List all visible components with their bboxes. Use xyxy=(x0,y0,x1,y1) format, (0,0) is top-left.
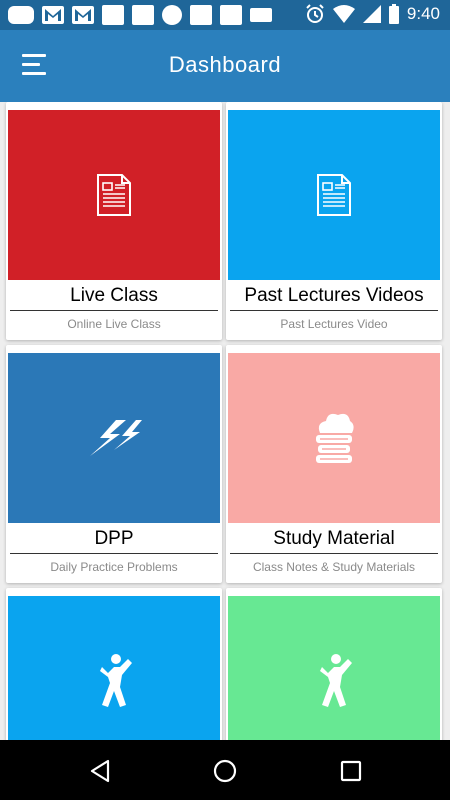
status-bar: 9:40 xyxy=(0,0,450,30)
card-title: Study Material xyxy=(273,528,395,549)
card-subtitle: Daily Practice Problems xyxy=(50,560,178,574)
alarm-icon xyxy=(306,4,324,23)
recents-icon[interactable] xyxy=(338,758,364,784)
app-bar: Dashboard xyxy=(0,30,450,102)
square-icon xyxy=(132,5,154,25)
signal-icon xyxy=(362,5,381,23)
back-icon[interactable] xyxy=(88,758,114,784)
card-5[interactable] xyxy=(6,588,222,740)
page-title: Dashboard xyxy=(168,52,282,77)
divider xyxy=(230,310,438,311)
lightning-icon xyxy=(90,420,142,456)
card-tile xyxy=(8,353,220,523)
battery-icon xyxy=(388,4,399,24)
card-subtitle: Class Notes & Study Materials xyxy=(252,560,416,574)
navigation-bar xyxy=(0,740,450,800)
card-tile xyxy=(8,596,220,740)
card-subtitle: Online Live Class xyxy=(67,317,161,331)
card-live-class[interactable]: Live Class Online Live Class xyxy=(6,102,222,340)
card-tile xyxy=(8,110,220,280)
system-icons: 9:40 xyxy=(305,4,440,24)
square-icon xyxy=(250,8,272,22)
card-title: Live Class xyxy=(70,285,158,306)
gmail-icon xyxy=(42,6,64,24)
circle-icon xyxy=(162,5,182,25)
square-icon xyxy=(220,5,242,25)
clock: 9:40 xyxy=(406,4,440,23)
document-icon xyxy=(317,174,351,216)
card-study-material[interactable]: Study Material Class Notes & Study Mater… xyxy=(226,345,442,583)
card-tile xyxy=(228,353,440,523)
card-past-lectures[interactable]: Past Lectures Videos Past Lectures Video xyxy=(226,102,442,340)
wifi-icon xyxy=(332,5,355,23)
card-title: Past Lectures Videos xyxy=(244,285,424,306)
card-dpp[interactable]: DPP Daily Practice Problems xyxy=(6,345,222,583)
person-icon xyxy=(320,654,352,707)
gmail-icon xyxy=(72,6,94,24)
square-icon xyxy=(190,5,212,25)
home-icon[interactable] xyxy=(212,758,238,784)
notification-icons xyxy=(8,5,272,25)
card-title: DPP xyxy=(94,528,134,549)
card-subtitle: Past Lectures Video xyxy=(280,317,388,331)
chat-icon xyxy=(8,6,34,24)
square-icon xyxy=(102,5,124,25)
books-icon xyxy=(316,413,354,463)
card-6[interactable] xyxy=(226,588,442,740)
divider xyxy=(10,310,218,311)
dashboard-grid: Live Class Online Live Class Past Lectur… xyxy=(0,102,450,740)
card-tile xyxy=(228,110,440,280)
document-icon xyxy=(97,174,131,216)
divider xyxy=(10,553,218,554)
card-tile xyxy=(228,596,440,740)
person-icon xyxy=(100,654,132,707)
divider xyxy=(230,553,438,554)
